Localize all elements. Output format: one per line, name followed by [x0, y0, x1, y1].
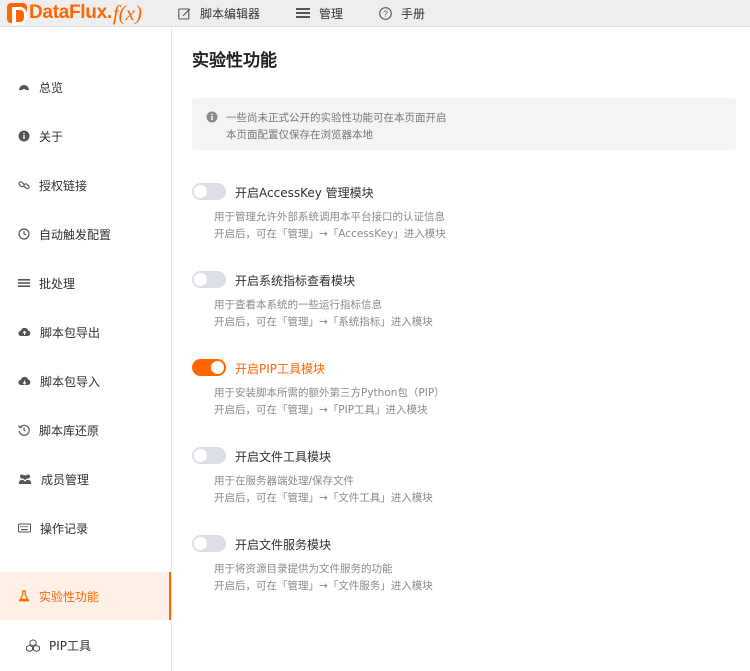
sidebar-item-batch[interactable]: 批处理: [0, 259, 171, 307]
clock-icon: [18, 228, 30, 240]
top-nav: 脚本编辑器 管理 ? 手册: [178, 5, 461, 22]
app-logo[interactable]: DataFlux. f(x): [7, 0, 142, 27]
sidebar-item-label: 脚本包导入: [40, 374, 101, 389]
nav-manual[interactable]: ? 手册: [379, 5, 425, 22]
page-title: 实验性功能: [192, 51, 277, 71]
module-description: 用于将资源目录提供为文件服务的功能: [214, 563, 393, 575]
module-title: 开启文件工具模块: [235, 450, 332, 464]
link-icon: [18, 181, 30, 190]
sidebar-item-label: PIP工具: [49, 638, 92, 653]
sidebar-item-auto-trigger[interactable]: 自动触发配置: [0, 210, 171, 258]
info-icon: [206, 111, 218, 123]
module-hint: 开启后，可在「管理」→「文件服务」进入模块: [214, 580, 433, 592]
module-description: 用于查看本系统的一些运行指标信息: [214, 299, 382, 311]
toggle-knob: [194, 537, 207, 550]
sidebar-item-operation-log[interactable]: 操作记录: [0, 504, 171, 552]
cloud-upload-icon: [18, 327, 31, 336]
nav-manage[interactable]: 管理: [296, 5, 343, 22]
sidebar-item-members[interactable]: 成员管理: [0, 455, 171, 503]
module-title: 开启AccessKey 管理模块: [235, 186, 374, 200]
module-description: 用于在服务器端处理/保存文件: [214, 475, 355, 487]
module-hint: 开启后，可在「管理」→「AccessKey」进入模块: [214, 228, 446, 240]
logo-mark-icon: [7, 3, 27, 25]
help-icon: ?: [379, 6, 392, 20]
module-hint: 开启后，可在「管理」→「文件工具」进入模块: [214, 492, 433, 504]
toggle-knob: [194, 273, 207, 286]
sidebar-item-pip-tool[interactable]: PIP工具: [0, 621, 171, 669]
sidebar-item-label: 关于: [39, 129, 64, 144]
nav-label: 手册: [401, 6, 426, 21]
list-icon: [18, 279, 30, 287]
sidebar-item-label: 操作记录: [40, 521, 89, 536]
module-description: 用于管理允许外部系统调用本平台接口的认证信息: [214, 211, 445, 223]
nav-label: 管理: [319, 6, 344, 21]
sidebar-item-restore[interactable]: 脚本库还原: [0, 406, 171, 454]
file-service-toggle[interactable]: [192, 535, 226, 552]
sidebar-item-overview[interactable]: 总览: [0, 63, 171, 111]
sidebar-item-import[interactable]: 脚本包导入: [0, 357, 171, 405]
users-icon: [18, 474, 32, 484]
overview-icon: [19, 85, 29, 92]
accesskey-toggle[interactable]: [192, 183, 226, 200]
sidebar-item-experimental[interactable]: 实验性功能: [0, 572, 171, 620]
toggle-knob: [194, 449, 207, 462]
sidebar-item-auth-links[interactable]: 授权链接: [0, 161, 171, 209]
sidebar-item-label: 实验性功能: [39, 589, 100, 604]
module-hint: 开启后，可在「管理」→「系统指标」进入模块: [214, 316, 433, 328]
toggle-knob: [211, 361, 224, 374]
info-icon: [18, 130, 30, 142]
sidebar-item-label: 授权链接: [39, 178, 88, 193]
file-tool-toggle[interactable]: [192, 447, 226, 464]
notice-text: 一些尚未正式公开的实验性功能可在本页面开启: [226, 112, 447, 124]
nav-label: 脚本编辑器: [199, 6, 260, 21]
notice-text: 本页面配置仅保存在浏览器本地: [226, 129, 373, 141]
sidebar-item-label: 批处理: [39, 276, 76, 291]
logo-fx: f(x): [112, 0, 142, 25]
flask-icon: [18, 590, 30, 602]
module-title: 开启文件服务模块: [235, 538, 332, 552]
sidebar-item-export[interactable]: 脚本包导出: [0, 308, 171, 356]
edit-icon: [178, 7, 191, 20]
cloud-download-icon: [18, 376, 31, 385]
logo-text: DataFlux.: [29, 2, 112, 23]
sidebar-item-label: 脚本包导出: [40, 325, 101, 340]
module-hint: 开启后，可在「管理」→「PIP工具」进入模块: [214, 404, 428, 416]
sidebar-item-label: 脚本库还原: [39, 423, 100, 438]
info-notice: 一些尚未正式公开的实验性功能可在本页面开启 本页面配置仅保存在浏览器本地: [192, 98, 736, 150]
sidebar-item-label: 自动触发配置: [39, 227, 112, 242]
sidebar-item-about[interactable]: 关于: [0, 112, 171, 160]
module-title: 开启PIP工具模块: [235, 362, 326, 376]
toggle-knob: [194, 185, 207, 198]
module-title: 开启系统指标查看模块: [235, 274, 356, 288]
history-icon: [18, 424, 30, 436]
pip-tool-toggle[interactable]: [192, 359, 226, 376]
top-bar: DataFlux. f(x) 脚本编辑器 管理 ? 手册: [0, 0, 750, 27]
nav-script-editor[interactable]: 脚本编辑器: [178, 5, 260, 22]
sidebar-item-label: 成员管理: [41, 472, 90, 487]
module-description: 用于安装脚本所需的额外第三方Python包（PIP）: [214, 387, 445, 399]
cubes-icon: [26, 638, 40, 652]
sidebar-item-label: 总览: [39, 80, 64, 95]
system-metrics-toggle[interactable]: [192, 271, 226, 288]
svg-text:?: ?: [383, 8, 388, 18]
keyboard-icon: [18, 523, 31, 533]
manage-icon: [296, 8, 310, 18]
sidebar: 总览 关于 授权链接 自动触发配置 批处理 脚本包导出 脚本包导入 脚本库还原 …: [0, 28, 172, 671]
